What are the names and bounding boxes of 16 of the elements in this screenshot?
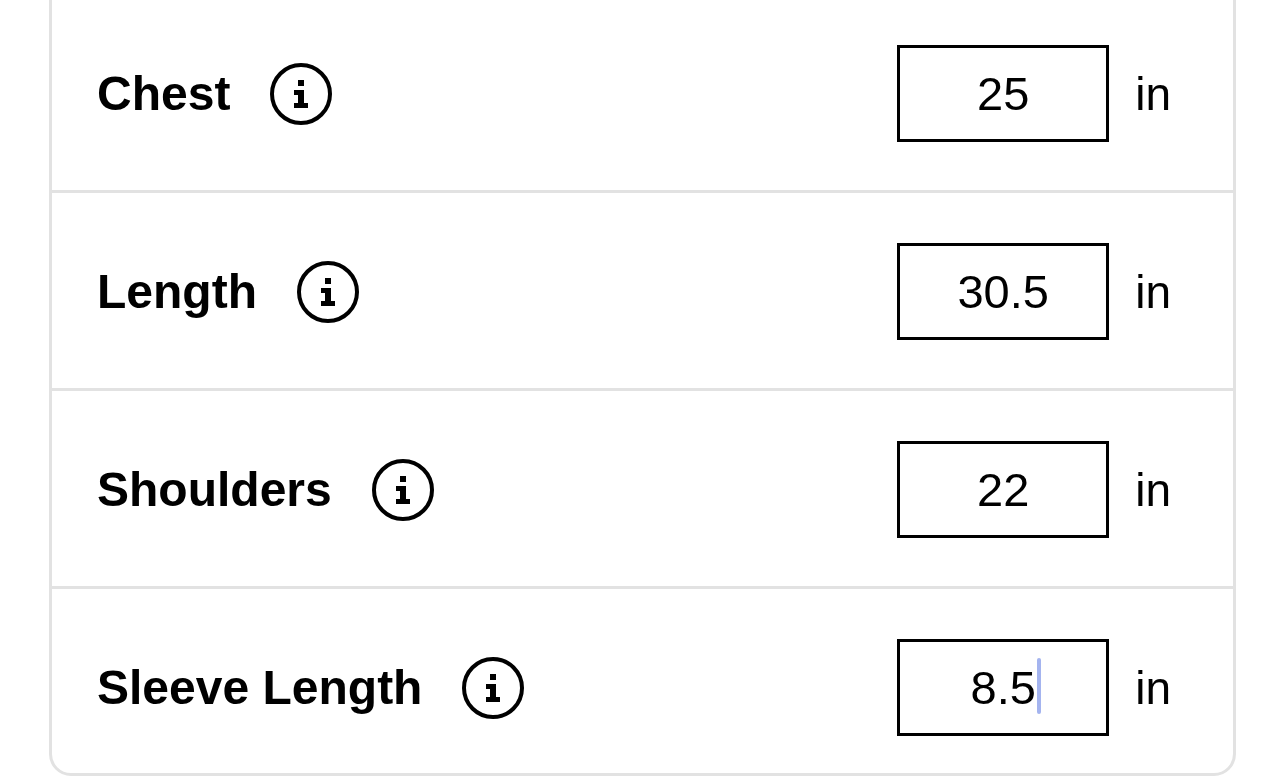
unit-label: in xyxy=(1135,268,1171,315)
input-field[interactable]: 25 xyxy=(897,45,1110,142)
measurement-label: Length xyxy=(97,267,257,316)
unit-label: in xyxy=(1135,70,1171,117)
info-icon[interactable] xyxy=(371,458,434,521)
unit-label: in xyxy=(1135,466,1171,513)
unit-label: in xyxy=(1135,664,1171,711)
input-field[interactable]: 8.5 xyxy=(897,639,1110,736)
input-field[interactable]: 30.5 xyxy=(897,243,1110,340)
measurement-label: Chest xyxy=(97,69,231,118)
measurement-label: Shoulders xyxy=(97,465,332,514)
info-icon[interactable] xyxy=(296,260,359,323)
input-field[interactable]: 22 xyxy=(897,441,1110,538)
info-icon[interactable] xyxy=(270,62,333,125)
measurement-label: Sleeve Length xyxy=(97,663,423,712)
info-icon[interactable] xyxy=(462,656,525,719)
